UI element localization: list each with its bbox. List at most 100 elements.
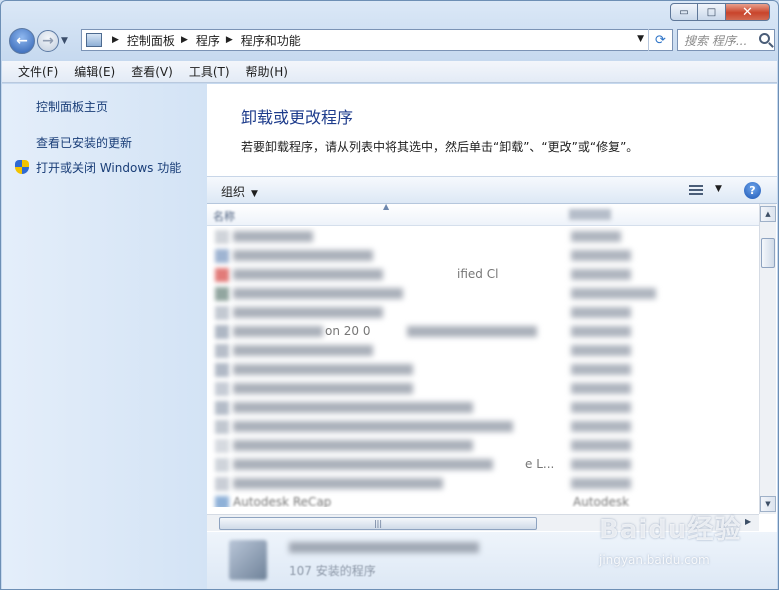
program-icon <box>215 439 229 453</box>
address-bar[interactable]: ▶ 控制面板 ▶ 程序 ▶ 程序和功能 ▼ ⟳ <box>81 29 673 51</box>
programs-box-icon <box>229 540 267 580</box>
program-name <box>233 383 413 394</box>
chevron-down-icon: ▼ <box>251 189 258 199</box>
menu-bar: 文件(F) 编辑(E) 查看(V) 工具(T) 帮助(H) <box>2 61 777 83</box>
column-name-header[interactable]: 名称 <box>213 208 235 224</box>
list-item[interactable]: ified Cl <box>207 265 759 284</box>
menu-file[interactable]: 文件(F) <box>10 63 66 80</box>
breadcrumb-programs[interactable]: 程序 <box>196 32 220 49</box>
breadcrumb-separator-icon[interactable]: ▶ <box>181 35 188 45</box>
program-icon <box>215 458 229 472</box>
menu-help[interactable]: 帮助(H) <box>238 63 296 80</box>
list-item[interactable] <box>207 341 759 360</box>
vertical-scrollbar[interactable]: ▲ ▼ <box>759 204 776 514</box>
program-icon <box>215 363 229 377</box>
program-name <box>233 231 313 242</box>
program-publisher <box>571 440 631 451</box>
list-item[interactable] <box>207 436 759 455</box>
program-name <box>233 421 513 432</box>
program-publisher <box>571 288 656 299</box>
program-icon <box>215 287 229 301</box>
search-input[interactable]: 搜索 程序... <box>677 29 775 51</box>
program-name <box>233 459 493 470</box>
list-item[interactable]: Autodesk ReCap Autodesk <box>207 493 759 507</box>
breadcrumb-control-panel[interactable]: 控制面板 <box>127 32 175 49</box>
search-icon[interactable] <box>759 33 770 44</box>
breadcrumb: ▶ 控制面板 ▶ 程序 ▶ 程序和功能 <box>106 32 301 49</box>
program-name: Autodesk ReCap <box>233 495 332 507</box>
breadcrumb-separator-icon[interactable]: ▶ <box>226 35 233 45</box>
list-item[interactable]: on 20 0 <box>207 322 759 341</box>
list-item[interactable]: e L... <box>207 455 759 474</box>
list-item[interactable] <box>207 303 759 322</box>
breadcrumb-programs-and-features[interactable]: 程序和功能 <box>241 32 301 49</box>
program-publisher <box>571 383 631 394</box>
vertical-scroll-thumb[interactable] <box>761 238 775 268</box>
program-name <box>233 288 403 299</box>
view-options-icon[interactable] <box>689 185 703 197</box>
list-item[interactable] <box>207 379 759 398</box>
program-name <box>233 250 373 261</box>
caption-buttons: ▭ □ ✕ <box>670 3 770 21</box>
menu-tools[interactable]: 工具(T) <box>181 63 238 80</box>
program-name <box>407 326 537 337</box>
windows-features-link[interactable]: 打开或关闭 Windows 功能 <box>36 159 181 176</box>
program-icon <box>215 306 229 320</box>
column-publisher-header[interactable] <box>569 209 611 220</box>
view-installed-updates-link[interactable]: 查看已安装的更新 <box>36 134 132 151</box>
horizontal-scroll-thumb[interactable]: ||| <box>219 517 537 530</box>
recent-pages-dropdown[interactable]: ▼ <box>61 36 68 46</box>
list-item[interactable] <box>207 474 759 493</box>
watermark-logo: Baidu经验 <box>599 515 742 545</box>
program-list[interactable]: ified Cl on 20 0 e L... Autodesk ReCap Au… <box>207 227 759 507</box>
list-item[interactable] <box>207 246 759 265</box>
view-dropdown-icon[interactable]: ▼ <box>715 184 722 194</box>
program-name <box>233 326 323 337</box>
list-item[interactable] <box>207 360 759 379</box>
back-button[interactable]: ← <box>9 28 35 54</box>
list-item[interactable] <box>207 227 759 246</box>
program-publisher <box>571 421 631 432</box>
sort-ascending-icon: ▲ <box>383 202 390 211</box>
program-name <box>233 402 473 413</box>
list-item[interactable] <box>207 417 759 436</box>
program-icon <box>215 382 229 396</box>
menu-view[interactable]: 查看(V) <box>123 63 181 80</box>
windows-shield-icon <box>15 160 29 175</box>
refresh-icon[interactable]: ⟳ <box>648 29 672 51</box>
program-icon <box>215 420 229 434</box>
program-publisher <box>571 231 621 242</box>
program-publisher <box>571 402 631 413</box>
close-button[interactable]: ✕ <box>726 3 770 21</box>
program-icon <box>215 268 229 282</box>
selected-program-info <box>289 542 479 553</box>
page-description: 若要卸载程序，请从列表中将其选中，然后单击“卸载”、“更改”或“修复”。 <box>241 140 639 154</box>
menu-edit[interactable]: 编辑(E) <box>66 63 123 80</box>
installed-count: 107 安装的程序 <box>289 564 376 578</box>
page-title: 卸载或更改程序 <box>241 108 354 127</box>
list-item[interactable] <box>207 398 759 417</box>
address-dropdown-icon[interactable]: ▼ <box>637 34 644 44</box>
breadcrumb-separator-icon[interactable]: ▶ <box>112 35 119 45</box>
organize-label: 组织 <box>221 185 246 199</box>
help-icon[interactable]: ? <box>744 182 761 199</box>
organize-button[interactable]: 组织 ▼ <box>221 183 258 200</box>
scroll-up-icon[interactable]: ▲ <box>760 206 776 222</box>
program-icon <box>215 401 229 415</box>
command-bar: 组织 ▼ ▼ ? <box>207 176 777 204</box>
scroll-right-icon[interactable]: ▶ <box>745 517 751 526</box>
program-icon <box>215 496 229 507</box>
program-publisher <box>571 459 631 470</box>
forward-button[interactable]: → <box>37 30 59 52</box>
program-icon <box>215 344 229 358</box>
control-panel-window: ▭ □ ✕ ← → ▼ ▶ 控制面板 ▶ 程序 ▶ 程序和功能 ▼ ⟳ 搜索 程… <box>0 0 779 590</box>
program-name-fragment: e L... <box>525 457 555 471</box>
watermark-url: jingyan.baidu.com <box>599 553 710 567</box>
list-item[interactable] <box>207 284 759 303</box>
minimize-button[interactable]: ▭ <box>670 3 698 21</box>
control-panel-home-link[interactable]: 控制面板主页 <box>36 98 108 115</box>
scroll-down-icon[interactable]: ▼ <box>760 496 776 512</box>
program-publisher: Autodesk <box>573 495 630 507</box>
program-icon <box>215 230 229 244</box>
maximize-button[interactable]: □ <box>698 3 726 21</box>
